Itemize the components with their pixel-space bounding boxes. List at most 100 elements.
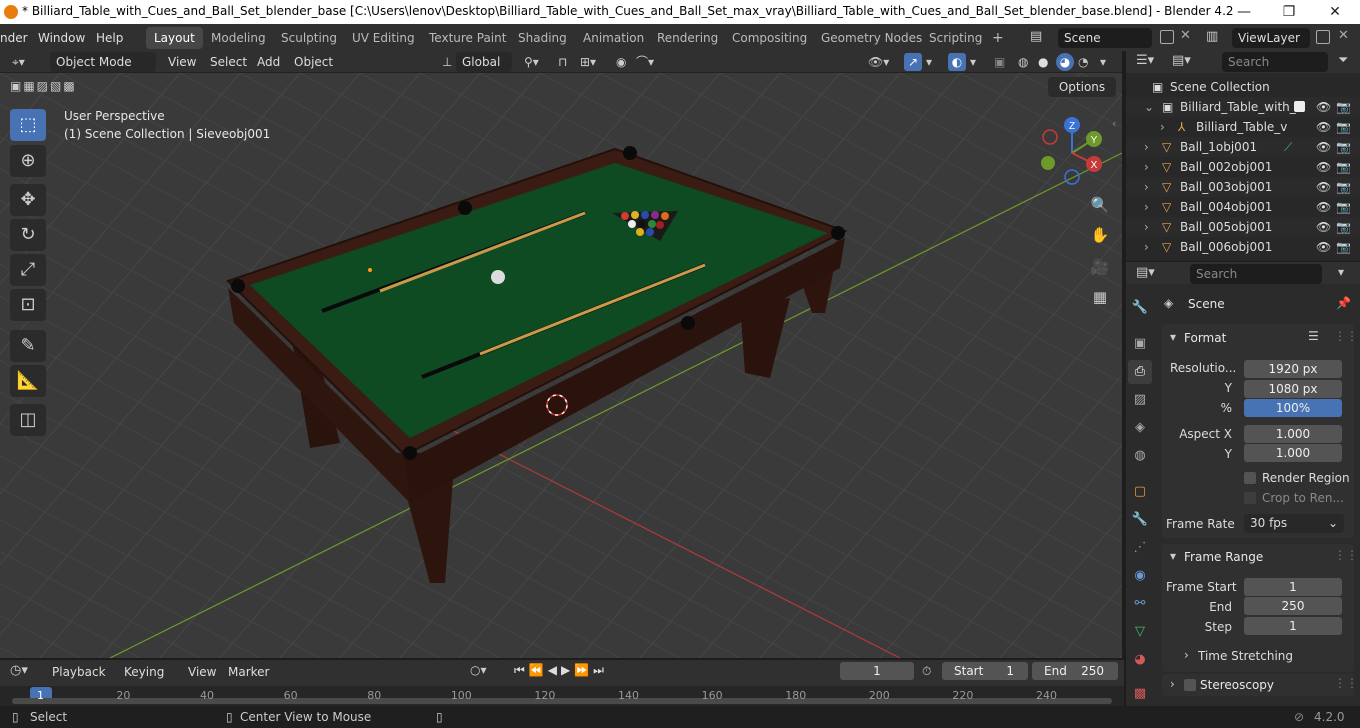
render-camera-icon[interactable]: 📷 bbox=[1336, 237, 1351, 257]
drag-handle-icon[interactable]: ⋮⋮ bbox=[1334, 676, 1358, 690]
stereoscopy-checkbox[interactable] bbox=[1184, 679, 1196, 691]
cue-ball[interactable] bbox=[491, 270, 505, 284]
expand-icon[interactable]: › bbox=[1144, 197, 1149, 217]
new-view-layer-icon[interactable] bbox=[1316, 30, 1330, 44]
expand-icon[interactable]: › bbox=[1144, 237, 1149, 257]
outliner-row[interactable]: › ▽ Ball_1obj001 ⟋ 👁 📷 bbox=[1126, 137, 1360, 157]
render-camera-icon[interactable]: 📷 bbox=[1336, 197, 1351, 217]
delete-view-layer-icon[interactable]: ✕ bbox=[1338, 28, 1349, 43]
format-panel-title[interactable]: Format bbox=[1184, 331, 1226, 345]
visibility-eye-icon[interactable]: 👁 bbox=[1316, 217, 1331, 237]
outliner-row[interactable]: › ▽ Ball_004obj001 👁 📷 bbox=[1126, 197, 1360, 217]
proportional-edit-icon[interactable]: ◉ bbox=[616, 52, 626, 72]
render-camera-icon[interactable]: 📷 bbox=[1336, 177, 1351, 197]
render-camera-icon[interactable]: 📷 bbox=[1336, 157, 1351, 177]
tab-modeling[interactable]: Modeling bbox=[203, 27, 274, 49]
menu-window[interactable]: Window bbox=[38, 28, 85, 48]
modifier-tab-icon[interactable]: 🔧 bbox=[1128, 508, 1152, 532]
gizmo-dropdown-icon[interactable]: ▾ bbox=[926, 52, 932, 72]
pivot-icon[interactable]: ⚲▾ bbox=[524, 52, 539, 72]
scene-canvas[interactable]: Z Y X bbox=[0, 73, 1122, 658]
orientation-selector[interactable]: Global bbox=[456, 52, 512, 72]
xray-icon[interactable]: ▣ bbox=[994, 52, 1005, 72]
scene-selector[interactable]: Scene bbox=[1058, 28, 1152, 48]
tool-tab-icon[interactable]: 🔧 bbox=[1128, 296, 1152, 320]
expand-icon[interactable]: › bbox=[1144, 217, 1149, 237]
expand-icon[interactable]: › bbox=[1144, 157, 1149, 177]
data-tab-icon[interactable]: ▽ bbox=[1128, 620, 1152, 644]
outliner-row[interactable]: › ▽ Ball_003obj001 👁 📷 bbox=[1126, 177, 1360, 197]
frame-end-field[interactable]: 250 bbox=[1244, 597, 1342, 615]
tab-layout[interactable]: Layout bbox=[146, 27, 203, 49]
aspect-y-field[interactable]: 1.000 bbox=[1244, 444, 1342, 462]
menu-add[interactable]: Add bbox=[257, 52, 280, 72]
tab-shading[interactable]: Shading bbox=[510, 27, 575, 49]
gizmo-neg-y-handle[interactable] bbox=[1041, 156, 1055, 170]
perspective-toggle-icon[interactable]: ▦ bbox=[1086, 283, 1114, 311]
render-region-checkbox[interactable] bbox=[1244, 472, 1256, 484]
keying-menu[interactable]: Keying bbox=[118, 662, 176, 682]
pin-icon[interactable]: 📌 bbox=[1336, 296, 1351, 310]
view-layer-selector[interactable]: ViewLayer bbox=[1232, 28, 1310, 48]
timeline-editor-icon[interactable]: ◷▾ bbox=[10, 663, 28, 678]
outliner-row[interactable]: ⌄ ▣ Billiard_Table_with_ 👁 📷 bbox=[1126, 97, 1360, 117]
properties-search-input[interactable]: Search bbox=[1190, 264, 1322, 284]
properties-editor-icon[interactable]: ▤▾ bbox=[1136, 265, 1155, 280]
menu-view[interactable]: View bbox=[168, 52, 196, 72]
render-camera-icon[interactable]: 📷 bbox=[1336, 117, 1351, 137]
render-tab-icon[interactable]: ▣ bbox=[1128, 332, 1152, 356]
gizmo-neg-x-handle[interactable] bbox=[1042, 129, 1058, 145]
resolution-y-field[interactable]: 1080 px bbox=[1244, 380, 1342, 398]
view-layer-tab-icon[interactable]: ▨ bbox=[1128, 388, 1152, 412]
properties-dropdown-icon[interactable]: ▾ bbox=[1338, 265, 1344, 279]
falloff-icon[interactable]: ⌒▾ bbox=[636, 52, 654, 72]
gizmo-toggle-icon[interactable]: ↗ bbox=[904, 53, 922, 71]
visibility-eye-icon[interactable]: 👁 bbox=[1316, 197, 1331, 217]
aspect-x-field[interactable]: 1.000 bbox=[1244, 425, 1342, 443]
scene-tab-icon[interactable]: ◈ bbox=[1128, 416, 1152, 440]
outliner-row[interactable]: › ▽ Ball_005obj001 👁 📷 bbox=[1126, 217, 1360, 237]
tab-texture-paint[interactable]: Texture Paint bbox=[421, 27, 514, 49]
visibility-icon[interactable]: 👁▾ bbox=[868, 52, 889, 72]
playback-menu[interactable]: Playback bbox=[46, 662, 116, 682]
resolution-percent-slider[interactable]: 100% bbox=[1244, 399, 1342, 417]
scale-tool-icon[interactable]: ⤢ bbox=[10, 254, 46, 286]
outliner-row[interactable]: › ▽ Ball_002obj001 👁 📷 bbox=[1126, 157, 1360, 177]
visibility-eye-icon[interactable]: 👁 bbox=[1316, 137, 1331, 157]
visibility-eye-icon[interactable]: 👁 bbox=[1316, 177, 1331, 197]
tab-animation[interactable]: Animation bbox=[575, 27, 652, 49]
sidebar-toggle-icon[interactable]: ‹ bbox=[1112, 117, 1116, 130]
navigation-gizmo[interactable]: Z Y X bbox=[1041, 117, 1102, 185]
menu-help[interactable]: Help bbox=[96, 28, 123, 48]
auto-keying-icon[interactable]: ○▾ bbox=[470, 663, 487, 677]
wireframe-shading-icon[interactable]: ◍ bbox=[1018, 52, 1028, 72]
filter-icon[interactable]: ⏷ bbox=[1338, 53, 1348, 68]
editor-type-icon[interactable]: ⌖▾ bbox=[12, 52, 25, 72]
pan-icon[interactable]: ✋ bbox=[1086, 221, 1114, 249]
mode-selector[interactable]: Object Mode bbox=[50, 52, 156, 72]
options-button[interactable]: Options bbox=[1048, 77, 1116, 97]
constraints-tab-icon[interactable]: ⚯ bbox=[1128, 592, 1152, 616]
gizmo-neg-z-handle[interactable] bbox=[1064, 169, 1080, 185]
3d-viewport[interactable]: Z Y X ▣▦▨▧▩ User Perspective (1) Scene C… bbox=[0, 73, 1122, 658]
display-mode-icon[interactable]: ▤▾ bbox=[1172, 53, 1191, 68]
collapse-icon[interactable]: ⌄ bbox=[1144, 97, 1154, 117]
tab-rendering[interactable]: Rendering bbox=[649, 27, 726, 49]
particles-tab-icon[interactable]: ⋰ bbox=[1128, 536, 1152, 560]
overlay-dropdown-icon[interactable]: ▾ bbox=[970, 52, 976, 72]
shading-dropdown-icon[interactable]: ▾ bbox=[1100, 52, 1106, 72]
tab-geometry-nodes[interactable]: Geometry Nodes bbox=[813, 27, 930, 49]
presets-icon[interactable]: ☰ bbox=[1308, 329, 1319, 343]
object-tab-icon[interactable]: ▢ bbox=[1128, 480, 1152, 504]
add-workspace-button[interactable]: + bbox=[984, 27, 1012, 49]
outliner-row[interactable]: › ⅄ Billiard_Table_v 👁 📷 bbox=[1126, 117, 1360, 137]
transform-tool-icon[interactable]: ⊡ bbox=[10, 289, 46, 321]
exclude-checkbox[interactable] bbox=[1294, 101, 1305, 112]
texture-tab-icon[interactable]: ▩ bbox=[1128, 682, 1152, 706]
stereoscopy-title[interactable]: Stereoscopy bbox=[1200, 678, 1274, 692]
outliner-row[interactable]: › ▽ Ball_006obj001 👁 📷 bbox=[1126, 237, 1360, 257]
time-stretching-subpanel[interactable]: Time Stretching bbox=[1198, 649, 1293, 663]
frame-rate-selector[interactable]: 30 fps ⌄ bbox=[1244, 514, 1344, 533]
expand-stereoscopy-icon[interactable]: › bbox=[1170, 677, 1175, 691]
timeline-view-menu[interactable]: View bbox=[188, 665, 216, 679]
